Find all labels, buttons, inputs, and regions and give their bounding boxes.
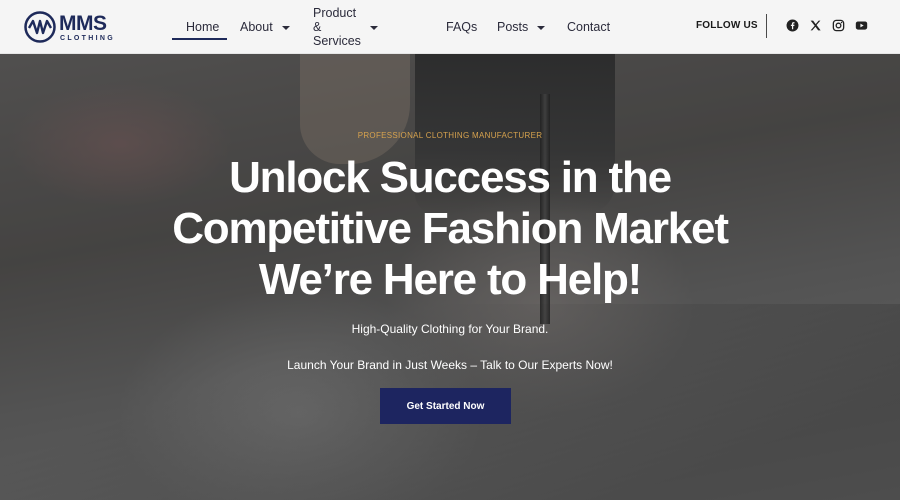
hero-headline-line: We’re Here to Help! — [258, 255, 642, 304]
hero-subtitle-secondary: Launch Your Brand in Just Weeks – Talk t… — [287, 358, 613, 372]
follow-us-label: FOLLOW US — [696, 20, 758, 31]
hero-eyebrow: PROFESSIONAL CLOTHING MANUFACTURER — [357, 131, 543, 140]
nav-item-faqs[interactable]: FAQs — [446, 17, 477, 37]
logo-mark-icon — [24, 11, 56, 43]
nav-item-about[interactable]: About — [240, 17, 290, 37]
youtube-icon[interactable] — [855, 19, 868, 32]
brand-logo[interactable]: MMS CLOTHING — [24, 11, 115, 43]
nav-item-contact[interactable]: Contact — [567, 17, 610, 37]
nav-item-label: Contact — [567, 20, 611, 34]
x-twitter-icon[interactable] — [809, 19, 822, 32]
nav-item-product-services[interactable]: Product & Services — [313, 6, 378, 48]
nav-item-label: Product & Services — [313, 6, 361, 48]
caret-down-icon — [537, 25, 546, 30]
site-header: MMS CLOTHING Home About Product & Servic… — [0, 0, 900, 54]
hero-headline: Unlock Success in the Competitive Fashio… — [0, 152, 900, 305]
nav-item-label: About — [240, 20, 273, 34]
hero-headline-line: Competitive Fashion Market — [172, 204, 729, 253]
active-nav-indicator — [172, 38, 227, 40]
header-divider — [766, 14, 767, 38]
hero-section: PROFESSIONAL CLOTHING MANUFACTURER Unloc… — [0, 54, 900, 500]
brand-name: MMS — [59, 11, 107, 35]
caret-down-icon — [369, 25, 378, 30]
nav-item-label: Home — [186, 20, 220, 34]
brand-tagline: CLOTHING — [60, 34, 115, 42]
hero-headline-line: Unlock Success in the — [229, 153, 672, 202]
nav-item-posts[interactable]: Posts — [497, 17, 546, 37]
hero-subtitle: High-Quality Clothing for Your Brand. — [351, 322, 549, 336]
nav-item-label: FAQs — [446, 20, 478, 34]
get-started-button[interactable]: Get Started Now — [380, 388, 511, 424]
nav-item-home[interactable]: Home — [186, 17, 219, 37]
caret-down-icon — [281, 25, 290, 30]
facebook-icon[interactable] — [786, 19, 799, 32]
nav-item-label: Posts — [497, 20, 529, 34]
instagram-icon[interactable] — [832, 19, 845, 32]
